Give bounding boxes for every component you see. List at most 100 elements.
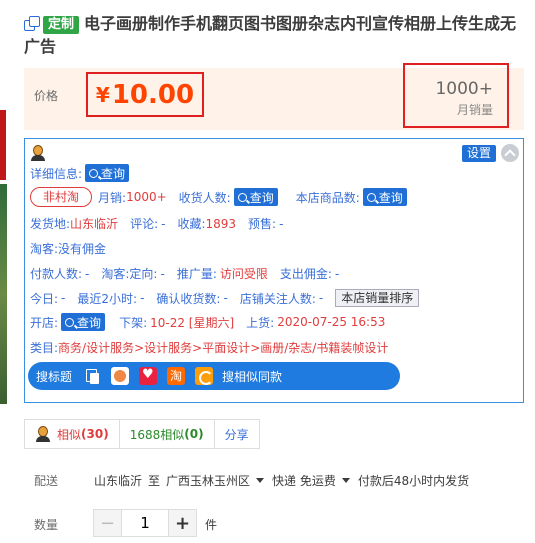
increase-button[interactable]: +: [169, 510, 196, 536]
buyers-label: 收货人数:: [178, 190, 231, 205]
similar-label: 相似: [57, 427, 82, 442]
delivery-destination[interactable]: 广西玉林玉州区: [166, 472, 250, 489]
price-label: 价格: [34, 89, 59, 103]
store-items-label: 本店商品数:: [295, 190, 360, 205]
search-title-button[interactable]: 搜标题: [36, 368, 72, 385]
review-value: -: [161, 216, 166, 231]
collapse-up-icon[interactable]: [501, 144, 519, 162]
pinduoduo-search-icon[interactable]: [139, 367, 158, 385]
paid-label: 付款人数:: [30, 267, 83, 281]
today-row: 今日: - 最近2小时: - 确认收货数: - 店铺关注人数: - 本店销量排序: [30, 289, 420, 307]
category-label: 类目:: [30, 341, 59, 355]
main-image-edge: [0, 110, 11, 410]
image-edge-red: [0, 110, 6, 180]
similar-1688-count: (0): [184, 427, 204, 441]
similar-count: (30): [81, 427, 109, 441]
buyers-query-button[interactable]: 查询: [233, 188, 278, 206]
copy-icon[interactable]: [24, 16, 40, 31]
image-edge-green: [0, 184, 7, 404]
search-icon: [366, 192, 376, 202]
similar-1688-label: 1688相似: [129, 427, 185, 442]
store-sales-rank-button[interactable]: 本店销量排序: [335, 289, 420, 307]
shipping-method[interactable]: 快递 免运费: [272, 472, 336, 489]
monthly-label: 月销:: [98, 190, 127, 205]
origin-value: 山东临沂: [70, 217, 119, 231]
commission-value: -: [334, 266, 340, 281]
search-icon: [237, 192, 247, 202]
monthly-sales-count: 1000+: [435, 79, 493, 99]
user-avatar-icon: [35, 426, 51, 442]
query-label: 查询: [378, 190, 403, 205]
delivery-from: 山东临沂: [94, 474, 143, 488]
store-items-query-button[interactable]: 查询: [362, 188, 407, 206]
query-label: 查询: [101, 166, 126, 181]
taoke-target-value: -: [160, 266, 165, 281]
detail-row: 详细信息: 查询: [30, 164, 130, 182]
recent-label: 最近2小时:: [77, 291, 138, 306]
open-query-button[interactable]: 查询: [61, 313, 106, 331]
search-toolbar: 搜标题 淘 搜相似同款: [28, 362, 400, 390]
quantity-unit: 件: [205, 518, 218, 532]
promo-label: 推广量:: [176, 267, 217, 281]
custom-badge: 定制: [43, 16, 80, 34]
listed-label: 上货:: [246, 315, 275, 330]
followers-label: 店铺关注人数:: [239, 291, 316, 306]
review-label: 评论:: [130, 217, 159, 231]
alibaba-search-icon[interactable]: [195, 367, 214, 385]
today-value: -: [61, 291, 66, 305]
decrease-button[interactable]: −: [94, 510, 121, 536]
taoke-row: 淘客:没有佣金: [30, 240, 106, 257]
copy-title-icon[interactable]: [83, 367, 101, 385]
similar-tab[interactable]: 相似 (30): [25, 420, 120, 448]
taoke-target-label: 淘客:定向:: [101, 267, 158, 281]
taobao-search-icon[interactable]: [111, 367, 130, 385]
recent-value: -: [140, 291, 145, 305]
tao-search-icon[interactable]: 淘: [167, 367, 186, 385]
chevron-down-icon[interactable]: [341, 478, 350, 483]
currency-symbol: ¥: [95, 82, 110, 107]
detail-label: 详细信息:: [30, 166, 83, 181]
quantity-label: 数量: [34, 518, 59, 532]
similar-1688-tab[interactable]: 1688相似 (0): [120, 420, 215, 448]
confirm-value: -: [223, 291, 228, 305]
favorites-label: 收藏:: [177, 217, 206, 231]
off-shelf-label: 下架:: [119, 315, 148, 330]
product-title-text: 电子画册制作手机翻页图书图册杂志内刊宣传相册上传生成无广告: [24, 14, 517, 56]
query-label: 查询: [77, 315, 102, 330]
presale-value: -: [279, 216, 284, 231]
sales-row: 非村淘 月销: 1000+ 收货人数: 查询 本店商品数: 查询: [30, 187, 407, 207]
taoke-text: 淘客:没有佣金: [30, 242, 107, 256]
today-label: 今日:: [30, 291, 59, 306]
user-avatar-icon: [30, 145, 46, 161]
origin-label: 发货地:: [30, 217, 71, 231]
origin-row: 发货地: 山东临沂 评论: - 收藏: 1893 预售: -: [30, 215, 283, 232]
monthly-value: 1000+: [126, 190, 167, 204]
share-tab[interactable]: 分享: [215, 420, 259, 448]
plugin-avatar-row: [30, 145, 46, 161]
favorites-value: 1893: [205, 216, 237, 231]
delivery-to-word: 至: [148, 474, 161, 488]
paid-row: 付款人数: - 淘客:定向: - 推广量: 访问受限 支出佣金: -: [30, 265, 339, 282]
price-value-box: ¥10.00: [86, 72, 204, 117]
presale-label: 预售:: [248, 217, 277, 231]
followers-value: -: [318, 291, 324, 305]
monthly-sales-box: 1000+ 月销量: [403, 63, 509, 128]
non-village-tag: 非村淘: [30, 187, 93, 207]
delivery-label: 配送: [34, 474, 59, 488]
share-label: 分享: [224, 427, 249, 442]
off-shelf-value: 10-22 [星期六]: [150, 315, 235, 330]
shipping-note: 付款后48小时内发货: [357, 474, 470, 488]
monthly-sales-label: 月销量: [456, 103, 493, 117]
chevron-down-icon[interactable]: [256, 478, 265, 483]
product-title: 定制 电子画册制作手机翻页图书图册杂志内刊宣传相册上传生成无广告: [24, 12, 524, 58]
search-icon: [89, 168, 99, 178]
detail-query-button[interactable]: 查询: [85, 164, 130, 182]
search-icon: [65, 317, 75, 327]
open-label: 开店:: [30, 315, 59, 330]
quantity-input[interactable]: [121, 510, 169, 536]
settings-button[interactable]: 设置: [462, 145, 497, 162]
commission-label: 支出佣金:: [279, 267, 332, 281]
price-value: 10.00: [111, 79, 195, 110]
listed-value: 2020-07-25 16:53: [277, 315, 386, 329]
search-similar-button[interactable]: 搜相似同款: [222, 368, 282, 385]
